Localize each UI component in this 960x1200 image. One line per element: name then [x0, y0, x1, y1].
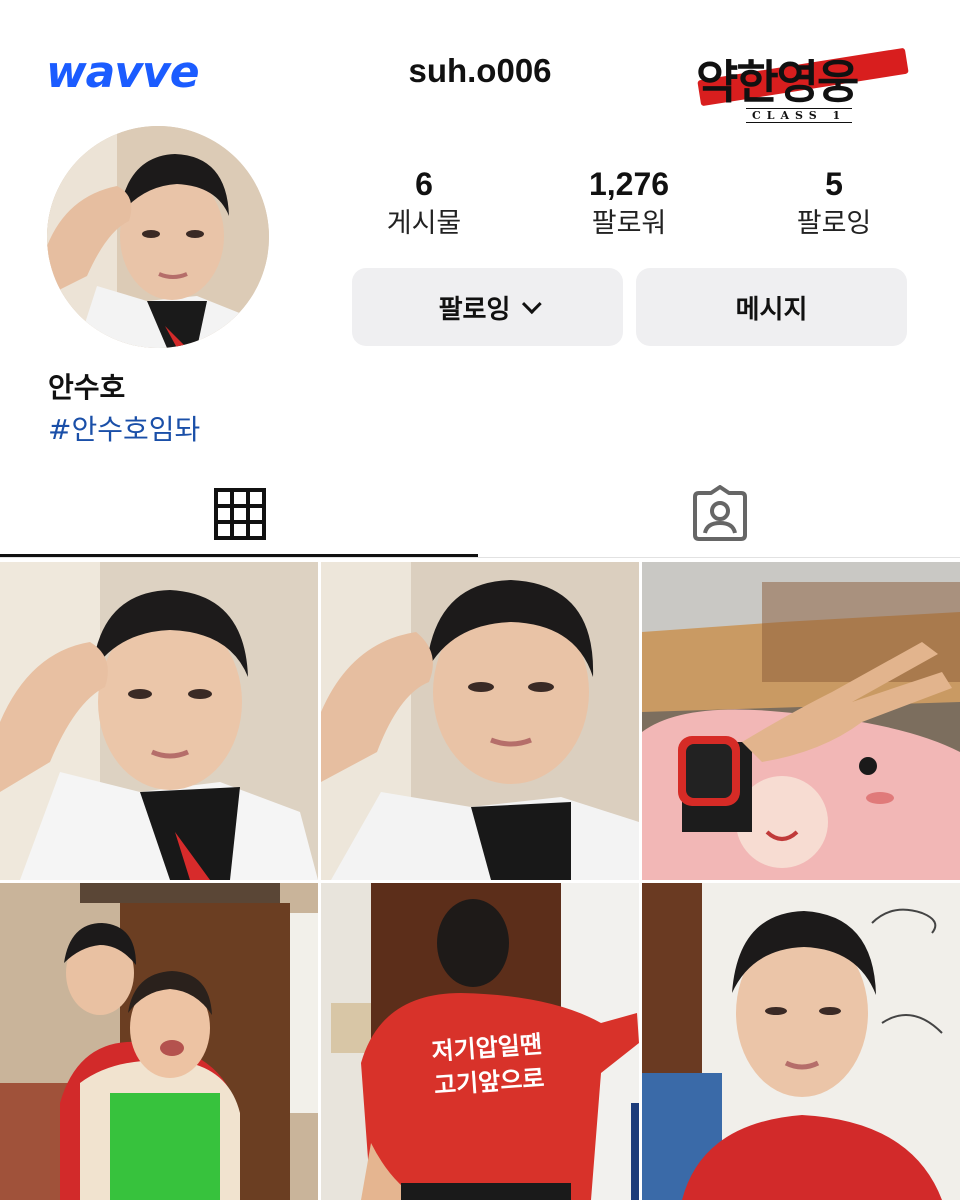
post-thumbnail-3[interactable]	[642, 562, 960, 880]
stat-followers-label: 팔로워	[591, 208, 667, 239]
post-thumbnail-1[interactable]	[0, 562, 318, 880]
bio-hashtag-link[interactable]: #안수호임돠	[48, 408, 200, 448]
stat-posts[interactable]: 6 게시물	[324, 166, 524, 244]
profile-display-name: 안수호	[48, 371, 126, 404]
message-button[interactable]: 메시지	[636, 268, 907, 346]
post-thumbnail-5[interactable]: 저기압일땐 고기앞으로	[321, 883, 639, 1200]
post-grid: 저기압일땐 고기앞으로	[0, 562, 960, 1200]
profile-tabs	[0, 470, 960, 558]
stat-posts-label: 게시물	[386, 208, 462, 239]
post-photo-3	[642, 562, 960, 880]
profile-avatar[interactable]	[47, 126, 269, 348]
stat-following-label: 팔로잉	[796, 208, 872, 239]
stat-following[interactable]: 5 팔로잉	[734, 166, 934, 244]
stat-followers[interactable]: 1,276 팔로워	[529, 166, 729, 244]
tab-divider	[0, 557, 960, 558]
stat-followers-count: 1,276	[588, 166, 670, 202]
show-logo-title: 약한영웅	[696, 55, 859, 109]
post-photo-1	[0, 562, 318, 880]
post-thumbnail-6[interactable]	[642, 883, 960, 1200]
show-logo-subtitle: CLASS 1	[746, 108, 853, 123]
tab-grid[interactable]	[0, 470, 480, 558]
post-thumbnail-2[interactable]	[321, 562, 639, 880]
stat-following-count: 5	[825, 166, 843, 202]
shirt-text-block: 저기압일땐 고기앞으로	[411, 1026, 565, 1104]
show-logo: 약한영웅 CLASS 1	[690, 42, 922, 132]
tab-tagged[interactable]	[480, 470, 960, 558]
message-button-label: 메시지	[735, 294, 808, 325]
top-header: wavve suh.o006 약한영웅 CLASS 1	[0, 0, 960, 130]
stat-posts-count: 6	[415, 166, 433, 202]
following-button-label: 팔로잉	[438, 294, 511, 325]
avatar-photo	[47, 126, 269, 348]
chevron-down-icon	[522, 294, 543, 315]
post-photo-4	[0, 883, 318, 1200]
grid-icon	[214, 488, 266, 540]
post-photo-6	[642, 883, 960, 1200]
post-photo-2	[321, 562, 639, 880]
following-button[interactable]: 팔로잉	[352, 268, 623, 346]
tagged-person-icon	[693, 485, 747, 541]
post-thumbnail-4[interactable]	[0, 883, 318, 1200]
